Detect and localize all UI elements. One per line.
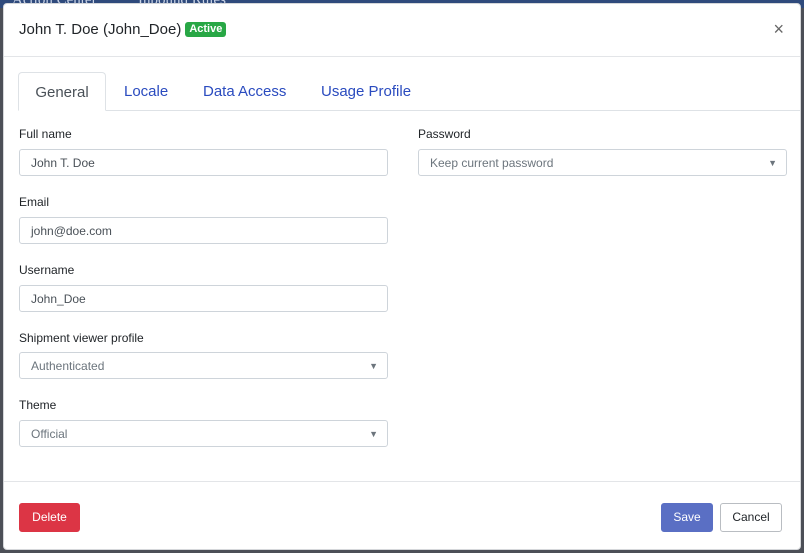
- theme-value: Official: [31, 427, 68, 441]
- email-input[interactable]: john@doe.com: [19, 217, 388, 244]
- shipment-viewer-profile-select[interactable]: Authenticated ▼: [19, 352, 388, 379]
- status-badge: Active: [185, 22, 227, 37]
- password-select[interactable]: Keep current password ▼: [418, 149, 787, 176]
- theme-select[interactable]: Official ▼: [19, 420, 388, 447]
- username-label: Username: [19, 263, 75, 277]
- tab-data-access[interactable]: Data Access: [203, 72, 286, 110]
- theme-label: Theme: [19, 398, 57, 412]
- modal-title: John T. Doe (John_Doe) Active: [19, 21, 227, 38]
- delete-button[interactable]: Delete: [19, 503, 80, 532]
- full-name-label: Full name: [19, 127, 72, 141]
- caret-down-icon: ▼: [369, 361, 378, 371]
- tab-general[interactable]: General: [18, 72, 106, 111]
- cancel-button[interactable]: Cancel: [720, 503, 782, 532]
- caret-down-icon: ▼: [768, 158, 777, 168]
- save-button[interactable]: Save: [661, 503, 713, 532]
- username-input[interactable]: John_Doe: [19, 285, 388, 312]
- shipment-viewer-profile-value: Authenticated: [31, 359, 105, 373]
- user-title: John T. Doe (John_Doe): [19, 21, 182, 38]
- modal-header: John T. Doe (John_Doe) Active ×: [4, 4, 800, 57]
- password-label: Password: [418, 127, 471, 141]
- email-label: Email: [19, 195, 50, 209]
- tab-locale[interactable]: Locale: [124, 72, 168, 110]
- user-edit-modal: John T. Doe (John_Doe) Active × General …: [3, 3, 801, 550]
- tab-bar: General Locale Data Access Usage Profile: [18, 72, 800, 111]
- shipment-viewer-profile-label: Shipment viewer profile: [19, 331, 144, 345]
- password-value: Keep current password: [430, 156, 554, 170]
- tab-usage-profile[interactable]: Usage Profile: [321, 72, 411, 110]
- footer-divider: [4, 481, 800, 482]
- full-name-input[interactable]: John T. Doe: [19, 149, 388, 176]
- close-icon[interactable]: ×: [773, 20, 784, 38]
- caret-down-icon: ▼: [369, 429, 378, 439]
